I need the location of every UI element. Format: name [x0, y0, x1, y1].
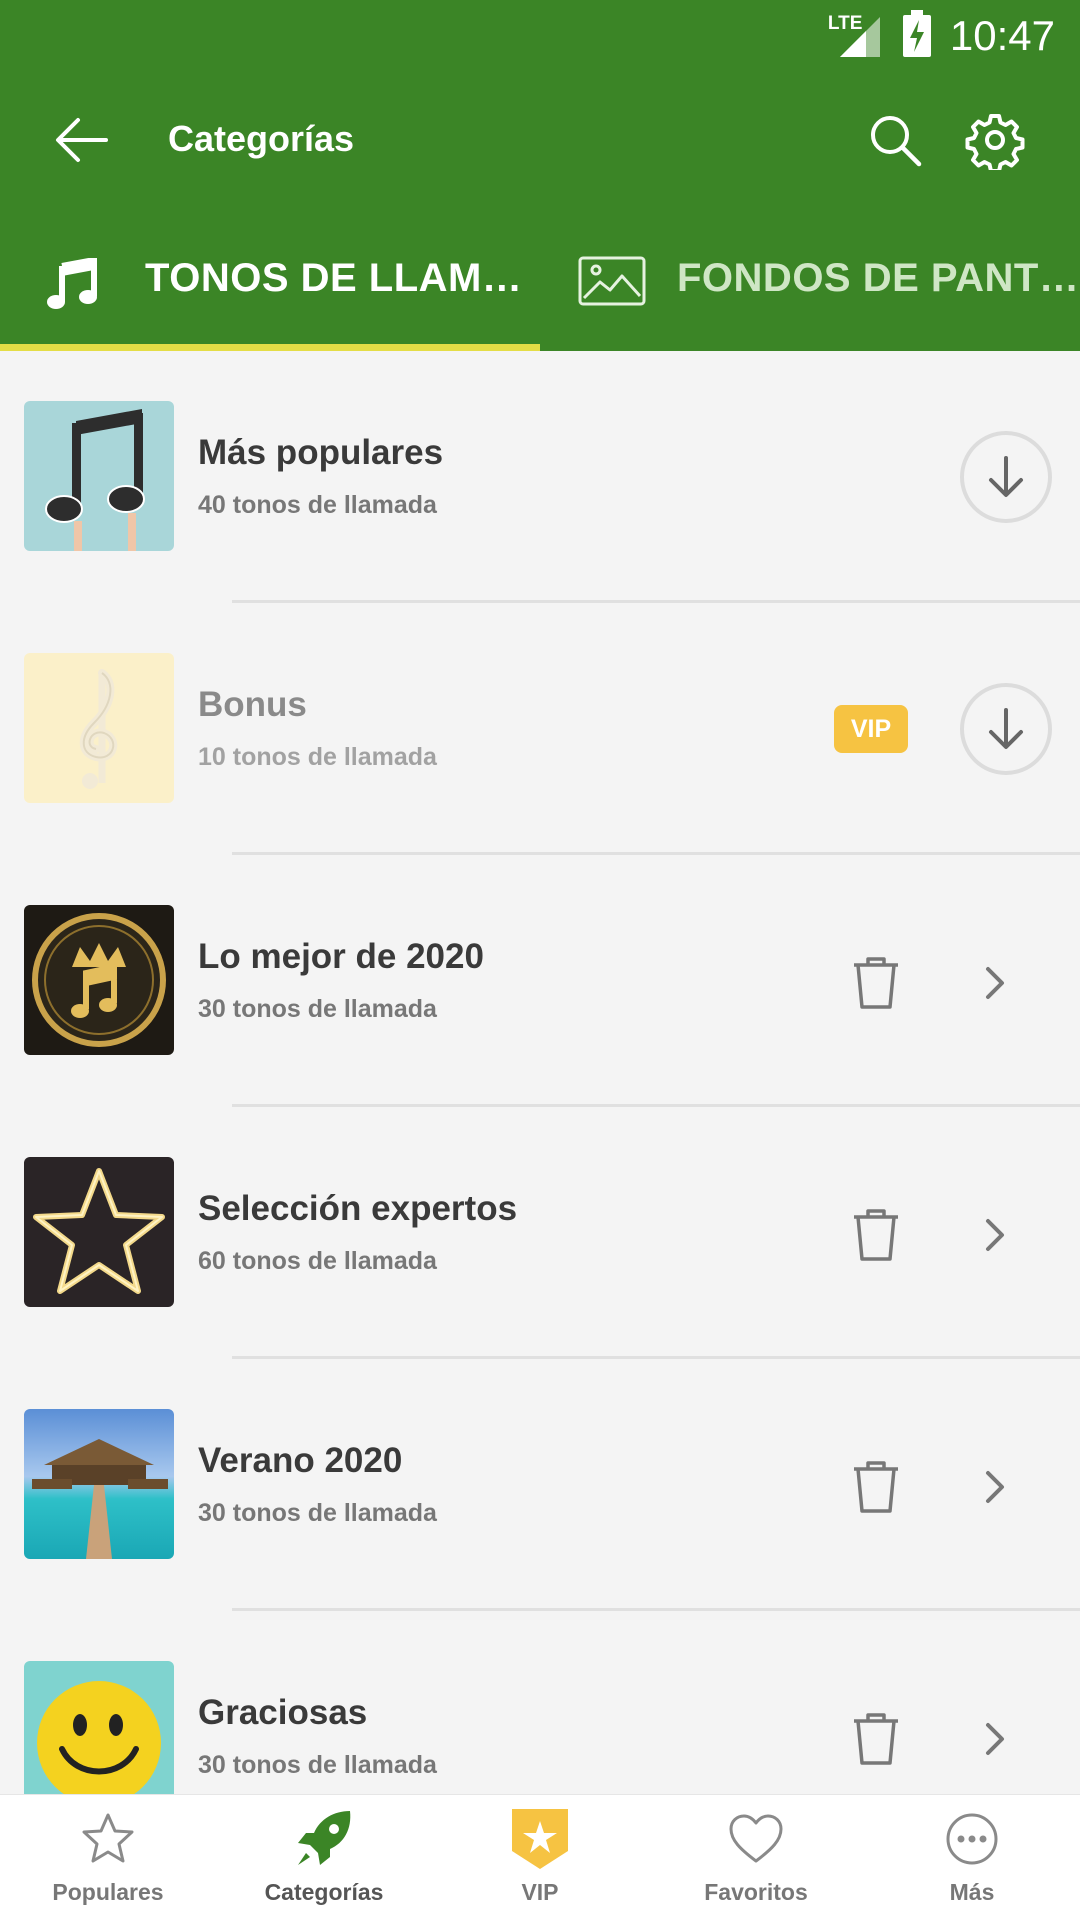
open-category-button[interactable] — [980, 1211, 1012, 1259]
category-thumbnail — [24, 1661, 174, 1794]
tab-indicator — [0, 344, 540, 351]
category-title: Selección expertos — [198, 1189, 518, 1228]
open-category-button[interactable] — [980, 1715, 1012, 1763]
back-button[interactable] — [50, 108, 114, 172]
download-button[interactable] — [960, 683, 1052, 775]
list-item[interactable]: Lo mejor de 2020 30 tonos de llamada — [0, 855, 1080, 1107]
vip-shield-icon — [512, 1809, 568, 1869]
category-thumbnail — [24, 1157, 174, 1307]
category-title: Bonus — [198, 685, 307, 724]
nav-label: Categorías — [264, 1879, 384, 1905]
category-count: 30 tonos de llamada — [198, 1499, 437, 1527]
chevron-right-icon — [986, 1471, 1004, 1503]
bottom-navigation: Populares Categorías VIP Favoritos Más — [0, 1794, 1080, 1920]
delete-button[interactable] — [850, 1711, 902, 1767]
chevron-right-icon — [986, 1723, 1004, 1755]
nav-vip[interactable]: VIP — [432, 1795, 648, 1920]
nav-favoritos[interactable]: Favoritos — [648, 1795, 864, 1920]
tab-bar: TONOS DE LLAM… FONDOS DE PANT… — [0, 230, 1080, 351]
category-title: Graciosas — [198, 1693, 368, 1732]
category-title: Verano 2020 — [198, 1441, 403, 1480]
list-item[interactable]: Bonus 10 tonos de llamada VIP — [0, 603, 1080, 855]
category-title: Más populares — [198, 433, 444, 472]
trash-icon — [854, 1461, 898, 1513]
nav-populares[interactable]: Populares — [0, 1795, 216, 1920]
category-title: Lo mejor de 2020 — [198, 937, 484, 976]
category-thumbnail — [24, 653, 174, 803]
nav-mas[interactable]: Más — [864, 1795, 1080, 1920]
chevron-right-icon — [986, 1219, 1004, 1251]
search-button[interactable] — [865, 110, 925, 170]
trash-icon — [854, 957, 898, 1009]
status-time: 10:47 — [949, 12, 1055, 59]
category-thumbnail — [24, 905, 174, 1055]
tab-ringtones[interactable]: TONOS DE LLAM… — [0, 230, 540, 351]
image-icon — [578, 256, 646, 306]
category-count: 40 tonos de llamada — [198, 491, 437, 519]
page-title: Categorías — [168, 118, 355, 159]
nav-label: Favoritos — [704, 1879, 808, 1905]
arrow-left-icon — [56, 118, 108, 162]
category-thumbnail — [24, 401, 174, 551]
tab-ringtones-label: TONOS DE LLAM… — [145, 256, 523, 300]
vip-badge: VIP — [834, 705, 908, 753]
delete-button[interactable] — [850, 955, 902, 1011]
settings-button[interactable] — [965, 110, 1025, 173]
more-icon — [946, 1813, 998, 1865]
delete-button[interactable] — [850, 1459, 902, 1515]
app-bar: LTE 10:47 Categorías TONOS DE LLAM… FOND… — [0, 0, 1080, 351]
download-button[interactable] — [960, 431, 1052, 523]
category-count: 10 tonos de llamada — [198, 743, 437, 771]
star-icon — [82, 1813, 134, 1863]
tab-wallpapers-label: FONDOS DE PANT… — [677, 256, 1080, 300]
heart-icon — [729, 1814, 783, 1863]
arrow-down-icon — [989, 708, 1023, 749]
category-count: 60 tonos de llamada — [198, 1247, 437, 1275]
status-bar: LTE 10:47 — [0, 0, 1080, 72]
battery-icon — [902, 9, 932, 63]
nav-label: VIP — [521, 1879, 559, 1905]
chevron-right-icon — [986, 967, 1004, 999]
list-item[interactable]: Verano 2020 30 tonos de llamada — [0, 1359, 1080, 1611]
signal-icon: LTE — [828, 13, 884, 59]
category-count: 30 tonos de llamada — [198, 1751, 437, 1779]
list-item[interactable]: Más populares 40 tonos de llamada — [0, 351, 1080, 603]
category-thumbnail — [24, 1409, 174, 1559]
trash-icon — [854, 1713, 898, 1765]
list-item[interactable]: Selección expertos 60 tonos de llamada — [0, 1107, 1080, 1359]
open-category-button[interactable] — [980, 959, 1012, 1007]
toolbar: Categorías — [0, 90, 1080, 190]
nav-categorias[interactable]: Categorías — [216, 1795, 432, 1920]
tab-wallpapers[interactable]: FONDOS DE PANT… — [540, 230, 1080, 351]
delete-button[interactable] — [850, 1207, 902, 1263]
search-icon — [871, 116, 922, 167]
open-category-button[interactable] — [980, 1463, 1012, 1511]
music-note-icon — [47, 258, 97, 309]
gear-icon — [965, 114, 1025, 173]
category-count: 30 tonos de llamada — [198, 995, 437, 1023]
trash-icon — [854, 1209, 898, 1261]
nav-label: Más — [949, 1879, 995, 1905]
category-list: Más populares 40 tonos de llamada Bonus … — [0, 351, 1080, 1794]
nav-label: Populares — [52, 1879, 164, 1905]
rocket-icon — [298, 1811, 351, 1865]
list-item[interactable]: Graciosas 30 tonos de llamada — [0, 1611, 1080, 1794]
arrow-down-icon — [989, 456, 1023, 497]
status-icons: LTE 10:47 — [828, 9, 1055, 63]
